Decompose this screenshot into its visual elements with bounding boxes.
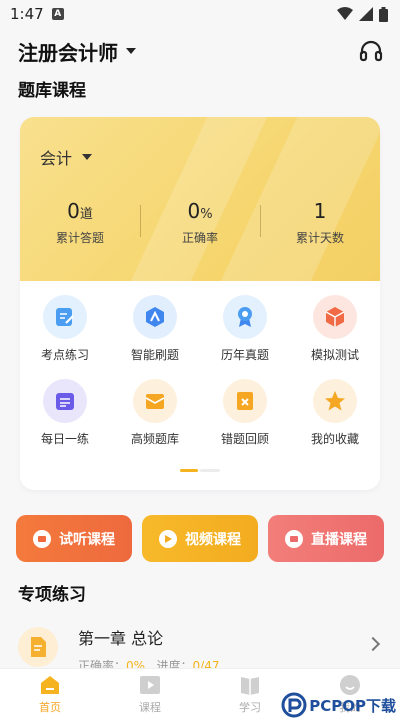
battery-icon xyxy=(379,6,388,22)
stat-value: 0 xyxy=(187,199,201,223)
home-icon xyxy=(41,676,59,694)
video-course-button[interactable]: 视频课程 xyxy=(142,515,258,562)
question-bank-card: 会计 0道 累计答题 0% 正确率 1 累计天数 考点练习 智能刷题 历年真题 … xyxy=(20,117,380,490)
stat-unit: % xyxy=(200,207,213,222)
wifi-icon xyxy=(337,7,353,20)
stats-row: 0道 累计答题 0% 正确率 1 累计天数 xyxy=(20,199,380,246)
grid-item-mock-test[interactable]: 模拟测试 xyxy=(290,295,380,363)
chapter-doc-icon xyxy=(18,627,58,667)
signal-icon xyxy=(359,7,373,21)
grid-label: 模拟测试 xyxy=(310,348,359,362)
grid-item-favorites[interactable]: 我的收藏 xyxy=(290,379,380,447)
feature-grid: 考点练习 智能刷题 历年真题 模拟测试 每日一练 高频题库 错题回顾 我的收藏 xyxy=(20,295,380,447)
grid-item-daily-practice[interactable]: 每日一练 xyxy=(20,379,110,447)
status-right xyxy=(337,6,388,22)
book-icon xyxy=(241,677,259,695)
stat-days: 1 累计天数 xyxy=(260,199,380,246)
stat-answered: 0道 累计答题 xyxy=(20,199,140,246)
course-label: 试听课程 xyxy=(59,531,115,548)
trial-course-icon xyxy=(33,529,51,548)
caret-down-icon xyxy=(126,48,136,54)
wrong-book-icon xyxy=(223,379,267,423)
watermark-logo-icon xyxy=(281,692,307,718)
status-bar: 1:47 A xyxy=(0,0,400,28)
chapter-item[interactable]: 第一章 总论 正确率：0% 进度：0/47 xyxy=(0,613,400,673)
course-row: 试听课程 视频课程 直播课程 xyxy=(16,515,384,562)
watermark-text: PCPOP下载 xyxy=(309,696,396,715)
grid-label: 高频题库 xyxy=(130,432,179,446)
exam-title: 注册会计师 xyxy=(18,40,118,65)
live-course-button[interactable]: 直播课程 xyxy=(268,515,384,562)
award-ribbon-icon xyxy=(223,295,267,339)
stat-value: 1 xyxy=(313,199,327,223)
grid-item-frequent-bank[interactable]: 高频题库 xyxy=(110,379,200,447)
subject-selector[interactable]: 会计 xyxy=(40,145,93,169)
subject-label: 会计 xyxy=(40,149,73,168)
edit-note-icon xyxy=(43,295,87,339)
trial-course-button[interactable]: 试听课程 xyxy=(16,515,132,562)
status-left: 1:47 A xyxy=(10,5,64,23)
tab-label: 学习 xyxy=(239,701,261,714)
top-bar: 注册会计师 xyxy=(0,28,400,74)
watermark: PCPOP下载 xyxy=(281,692,396,718)
bank-section-title: 题库课程 xyxy=(18,81,86,101)
tab-course[interactable]: 课程 xyxy=(100,669,200,720)
grid-label: 历年真题 xyxy=(220,348,269,362)
page-dot-active xyxy=(180,469,198,472)
special-section-title: 专项练习 xyxy=(18,585,86,605)
stat-value: 0 xyxy=(67,199,80,223)
grid-label: 考点练习 xyxy=(40,348,89,362)
video-course-icon xyxy=(159,529,177,548)
grid-item-smart-drill[interactable]: 智能刷题 xyxy=(110,295,200,363)
tab-label: 课程 xyxy=(139,701,161,714)
grid-label: 智能刷题 xyxy=(130,348,179,362)
mail-tray-icon xyxy=(133,379,177,423)
star-icon xyxy=(313,379,357,423)
grid-label: 每日一练 xyxy=(40,432,89,446)
live-course-icon xyxy=(285,529,303,548)
page-indicator xyxy=(180,469,220,472)
grid-item-topic-practice[interactable]: 考点练习 xyxy=(20,295,110,363)
tab-home[interactable]: 首页 xyxy=(0,669,100,720)
chapter-title: 第一章 总论 xyxy=(78,629,164,648)
box-cube-icon xyxy=(313,295,357,339)
calendar-list-icon xyxy=(43,379,87,423)
play-course-icon xyxy=(140,676,160,694)
stat-unit: 道 xyxy=(79,207,93,222)
card-header: 会计 0道 累计答题 0% 正确率 1 累计天数 xyxy=(20,117,380,281)
page-dot xyxy=(200,469,220,472)
stat-accuracy: 0% 正确率 xyxy=(140,199,260,246)
smart-drill-icon xyxy=(133,295,177,339)
notification-a-icon: A xyxy=(51,8,64,20)
course-label: 直播课程 xyxy=(311,531,367,548)
exam-selector[interactable]: 注册会计师 xyxy=(18,37,136,66)
caret-down-icon xyxy=(82,154,93,160)
stat-label: 正确率 xyxy=(181,231,218,245)
course-label: 视频课程 xyxy=(185,531,241,548)
chevron-right-icon xyxy=(365,636,381,652)
grid-item-past-exams[interactable]: 历年真题 xyxy=(200,295,290,363)
tab-label: 首页 xyxy=(39,701,61,714)
grid-label: 错题回顾 xyxy=(220,432,269,446)
stat-label: 累计天数 xyxy=(295,231,344,245)
stat-label: 累计答题 xyxy=(55,231,104,245)
headset-icon[interactable] xyxy=(358,38,384,64)
status-time: 1:47 xyxy=(10,5,44,23)
grid-item-wrong-review[interactable]: 错题回顾 xyxy=(200,379,290,447)
grid-label: 我的收藏 xyxy=(310,432,359,446)
